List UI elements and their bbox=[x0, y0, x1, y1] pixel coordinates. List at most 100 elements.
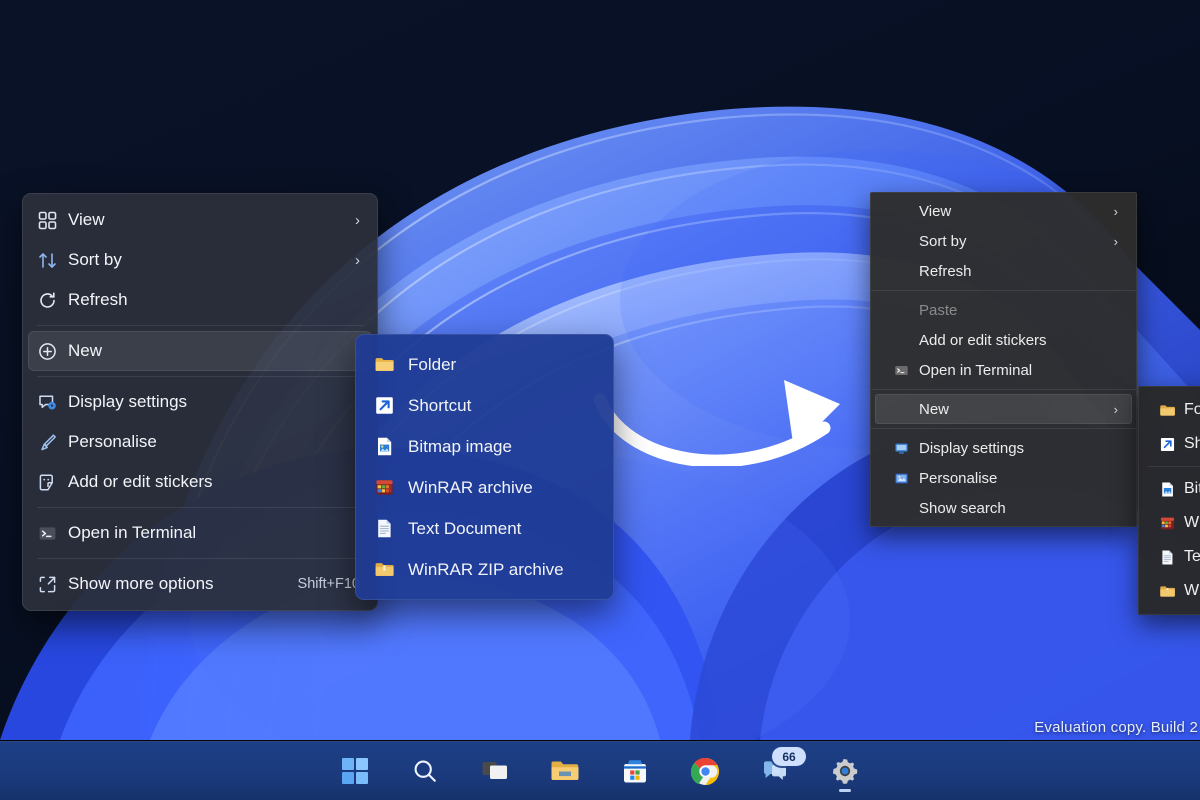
menu-item-label: Add or edit stickers bbox=[68, 472, 213, 491]
text-document-icon bbox=[1150, 549, 1184, 566]
classic-submenu-item-label: WinRAR ZIP archive bbox=[1184, 582, 1200, 599]
classic-submenu-item-label: Text Document bbox=[1184, 548, 1200, 565]
refresh-icon bbox=[38, 291, 68, 310]
classic-submenu-item-folder[interactable]: Folder bbox=[1142, 393, 1200, 427]
menu-separator bbox=[871, 428, 1136, 429]
chrome-icon bbox=[690, 757, 720, 786]
chevron-right-icon: › bbox=[1113, 233, 1118, 249]
bitmap-image-icon bbox=[374, 436, 408, 457]
classic-item-display-settings[interactable]: Display settings bbox=[875, 433, 1132, 463]
classic-item-label: Show search bbox=[919, 499, 1006, 517]
taskbar-settings-button[interactable] bbox=[823, 749, 867, 793]
taskbar-file-explorer-button[interactable] bbox=[543, 749, 587, 793]
taskbar[interactable]: 66 bbox=[0, 741, 1200, 800]
menu-separator bbox=[37, 507, 363, 508]
menu-separator bbox=[871, 290, 1136, 291]
menu-item-shortcut: Shift+F10 bbox=[297, 576, 360, 592]
classic-submenu-item-shortcut[interactable]: Shortcut bbox=[1142, 427, 1200, 461]
menu-separator bbox=[1148, 466, 1200, 467]
menu-item-open-in-terminal[interactable]: Open in Terminal bbox=[28, 513, 372, 553]
folder-icon bbox=[1150, 402, 1184, 419]
submenu-item-folder[interactable]: Folder bbox=[362, 344, 607, 385]
sort-icon bbox=[38, 251, 68, 270]
classic-item-personalise[interactable]: Personalise bbox=[875, 463, 1132, 493]
classic-item-refresh[interactable]: Refresh bbox=[875, 256, 1132, 286]
new-submenu[interactable]: Folder Shortcut Bitmap image WinRAR arch… bbox=[355, 334, 614, 600]
chevron-right-icon: › bbox=[355, 251, 360, 269]
menu-item-label: Display settings bbox=[68, 392, 188, 411]
classic-item-show-search[interactable]: Show search bbox=[875, 493, 1132, 523]
chevron-right-icon: › bbox=[1113, 203, 1118, 219]
menu-item-refresh[interactable]: Refresh bbox=[28, 280, 372, 320]
monitor-settings-icon bbox=[883, 441, 919, 456]
submenu-item-label: WinRAR archive bbox=[408, 477, 533, 497]
submenu-item-label: Shortcut bbox=[408, 395, 472, 415]
taskbar-chat-button[interactable]: 66 bbox=[753, 747, 806, 793]
classic-item-sort-by[interactable]: Sort by › bbox=[875, 226, 1132, 256]
running-indicator bbox=[839, 789, 851, 792]
classic-context-menu[interactable]: View › Sort by › Refresh Paste Add or ed… bbox=[870, 192, 1137, 527]
bitmap-image-icon bbox=[1150, 481, 1184, 498]
submenu-item-label: Bitmap image bbox=[408, 436, 512, 456]
microsoft-store-icon bbox=[621, 757, 649, 785]
classic-submenu-item-winrar-archive[interactable]: WinRAR archive bbox=[1142, 506, 1200, 540]
taskbar-search-button[interactable] bbox=[403, 749, 447, 793]
grid-view-icon bbox=[38, 211, 68, 230]
taskbar-task-view-button[interactable] bbox=[473, 749, 517, 793]
menu-item-add-or-edit-stickers[interactable]: Add or edit stickers bbox=[28, 462, 372, 502]
classic-item-label: Open in Terminal bbox=[919, 361, 1033, 379]
menu-item-show-more-options[interactable]: Show more options Shift+F10 bbox=[28, 564, 372, 604]
classic-submenu-item-bitmap-image[interactable]: Bitmap image bbox=[1142, 472, 1200, 506]
classic-item-label: New bbox=[919, 400, 950, 418]
plus-circle-icon bbox=[38, 342, 68, 361]
taskbar-microsoft-store-button[interactable] bbox=[613, 749, 657, 793]
desktop-screen: Evaluation copy. Build 2 View › Sort by … bbox=[0, 0, 1200, 800]
menu-item-view[interactable]: View › bbox=[28, 200, 372, 240]
menu-item-sort-by[interactable]: Sort by › bbox=[28, 240, 372, 280]
submenu-item-bitmap-image[interactable]: Bitmap image bbox=[362, 426, 607, 467]
classic-item-label: Refresh bbox=[919, 262, 972, 280]
show-more-options-icon bbox=[38, 575, 68, 594]
submenu-item-text-document[interactable]: Text Document bbox=[362, 508, 607, 549]
submenu-item-winrar-zip-archive[interactable]: WinRAR ZIP archive bbox=[362, 549, 607, 590]
taskbar-chrome-button[interactable] bbox=[683, 749, 727, 793]
evaluation-watermark: Evaluation copy. Build 2 bbox=[1034, 719, 1198, 736]
submenu-item-label: Folder bbox=[408, 354, 457, 374]
winrar-archive-icon bbox=[1150, 515, 1184, 532]
menu-separator bbox=[37, 558, 363, 559]
folder-icon bbox=[374, 354, 408, 375]
menu-item-label: Sort by bbox=[68, 250, 122, 269]
menu-item-personalise[interactable]: Personalise bbox=[28, 422, 372, 462]
classic-submenu-item-text-document[interactable]: Text Document bbox=[1142, 540, 1200, 574]
classic-item-view[interactable]: View › bbox=[875, 196, 1132, 226]
shortcut-icon bbox=[1150, 436, 1184, 453]
classic-submenu-item-label: Shortcut bbox=[1184, 435, 1200, 452]
personalise-icon bbox=[883, 471, 919, 486]
menu-item-display-settings[interactable]: Display settings bbox=[28, 382, 372, 422]
classic-item-new[interactable]: New › bbox=[875, 394, 1132, 424]
taskbar-start-button[interactable] bbox=[333, 749, 377, 793]
classic-new-submenu[interactable]: Folder Shortcut Bit bbox=[1138, 386, 1200, 615]
chat-badge-count: 66 bbox=[772, 747, 806, 766]
windows-start-icon bbox=[341, 757, 369, 785]
sticker-icon bbox=[38, 473, 68, 492]
terminal-icon bbox=[38, 524, 68, 543]
paintbrush-icon bbox=[38, 433, 68, 452]
classic-item-label: Display settings bbox=[919, 439, 1025, 457]
classic-submenu-item-label: Folder bbox=[1184, 401, 1200, 418]
submenu-item-label: WinRAR ZIP archive bbox=[408, 559, 564, 579]
shortcut-icon bbox=[374, 395, 408, 416]
submenu-item-shortcut[interactable]: Shortcut bbox=[362, 385, 607, 426]
classic-item-add-or-edit-stickers[interactable]: Add or edit stickers bbox=[875, 325, 1132, 355]
winrar-zip-icon bbox=[374, 559, 408, 580]
submenu-item-winrar-archive[interactable]: WinRAR archive bbox=[362, 467, 607, 508]
task-view-icon bbox=[481, 757, 509, 785]
search-icon bbox=[411, 757, 439, 785]
classic-item-open-in-terminal[interactable]: Open in Terminal bbox=[875, 355, 1132, 385]
desktop-context-menu[interactable]: View › Sort by › Refresh New Display set… bbox=[22, 193, 378, 611]
classic-item-label: Add or edit stickers bbox=[919, 331, 1047, 349]
menu-separator bbox=[37, 376, 363, 377]
menu-item-label: Personalise bbox=[68, 432, 157, 451]
classic-submenu-item-winrar-zip-archive[interactable]: WinRAR ZIP archive bbox=[1142, 574, 1200, 608]
menu-item-new[interactable]: New › bbox=[28, 331, 372, 371]
